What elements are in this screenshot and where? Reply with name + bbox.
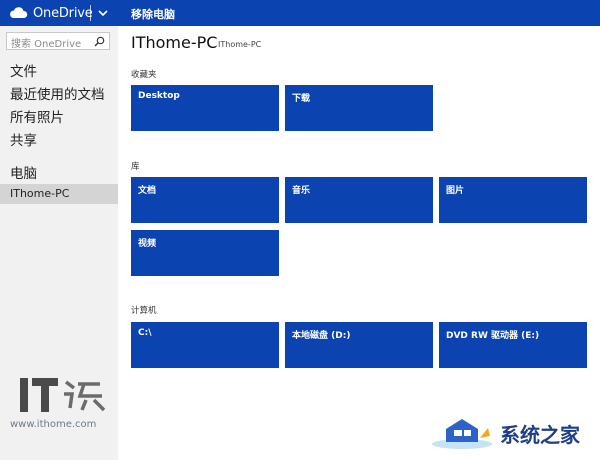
sidebar-item-shared[interactable]: 共享 <box>10 129 37 149</box>
sidebar: 搜索 OneDrive 文件 最近使用的文档 所有照片 共享 电脑 IThome… <box>0 26 118 460</box>
sidebar-item-ithome-pc[interactable]: IThome-PC <box>0 184 118 204</box>
tile-label: DVD RW 驱动器 (E:) <box>446 331 540 341</box>
search-icon[interactable] <box>94 36 105 47</box>
tile-label: 文档 <box>138 186 157 196</box>
top-bar: OneDrive 移除电脑 <box>0 0 600 26</box>
folder-tile-documents[interactable]: 文档 <box>131 177 279 223</box>
xitongzhijia-watermark: 系统之家 <box>432 416 580 450</box>
folder-tile-videos[interactable]: 视频 <box>131 230 279 276</box>
page-title: IThome-PC <box>131 33 218 52</box>
tile-label: 视频 <box>138 239 157 249</box>
tile-label: 下载 <box>292 94 311 104</box>
search-placeholder: 搜索 OneDrive <box>11 39 82 50</box>
search-input[interactable]: 搜索 OneDrive <box>6 32 110 50</box>
drive-tile-e[interactable]: DVD RW 驱动器 (E:) <box>439 322 587 368</box>
chevron-down-icon[interactable] <box>97 7 109 19</box>
page-subtitle: IThome-PC <box>218 40 262 49</box>
drive-tile-c[interactable]: C:\ <box>131 322 279 368</box>
tile-label: C:\ <box>138 328 152 338</box>
section-computer-label: 计算机 <box>131 306 157 316</box>
folder-tile-pictures[interactable]: 图片 <box>439 177 587 223</box>
sidebar-item-files[interactable]: 文件 <box>10 60 37 80</box>
remove-pc-command[interactable]: 移除电脑 <box>131 6 175 22</box>
onedrive-logo[interactable]: OneDrive <box>8 0 93 26</box>
sidebar-section-pcs: 电脑 <box>10 166 37 182</box>
folder-tile-music[interactable]: 音乐 <box>285 177 433 223</box>
ithome-watermark-logo <box>20 378 106 412</box>
cloud-icon <box>10 7 28 18</box>
sidebar-item-recent[interactable]: 最近使用的文档 <box>10 83 105 103</box>
sidebar-item-photos[interactable]: 所有照片 <box>10 106 64 126</box>
brand-divider <box>90 5 91 21</box>
app-name: OneDrive <box>33 5 93 21</box>
sidebar-item-label: IThome-PC <box>10 187 70 200</box>
tile-label: 图片 <box>446 186 465 196</box>
watermark-text: 系统之家 <box>500 422 580 447</box>
folder-tile-desktop[interactable]: Desktop <box>131 85 279 131</box>
watermark-url: www.ithome.com <box>10 419 97 430</box>
folder-tile-downloads[interactable]: 下载 <box>285 85 433 131</box>
tile-label: 本地磁盘 (D:) <box>292 331 351 341</box>
drive-tile-d[interactable]: 本地磁盘 (D:) <box>285 322 433 368</box>
house-logo-icon <box>432 419 492 449</box>
section-libraries-label: 库 <box>131 162 140 172</box>
tile-label: Desktop <box>138 91 180 101</box>
tile-label: 音乐 <box>292 186 311 196</box>
section-favorites-label: 收藏夹 <box>131 70 157 80</box>
